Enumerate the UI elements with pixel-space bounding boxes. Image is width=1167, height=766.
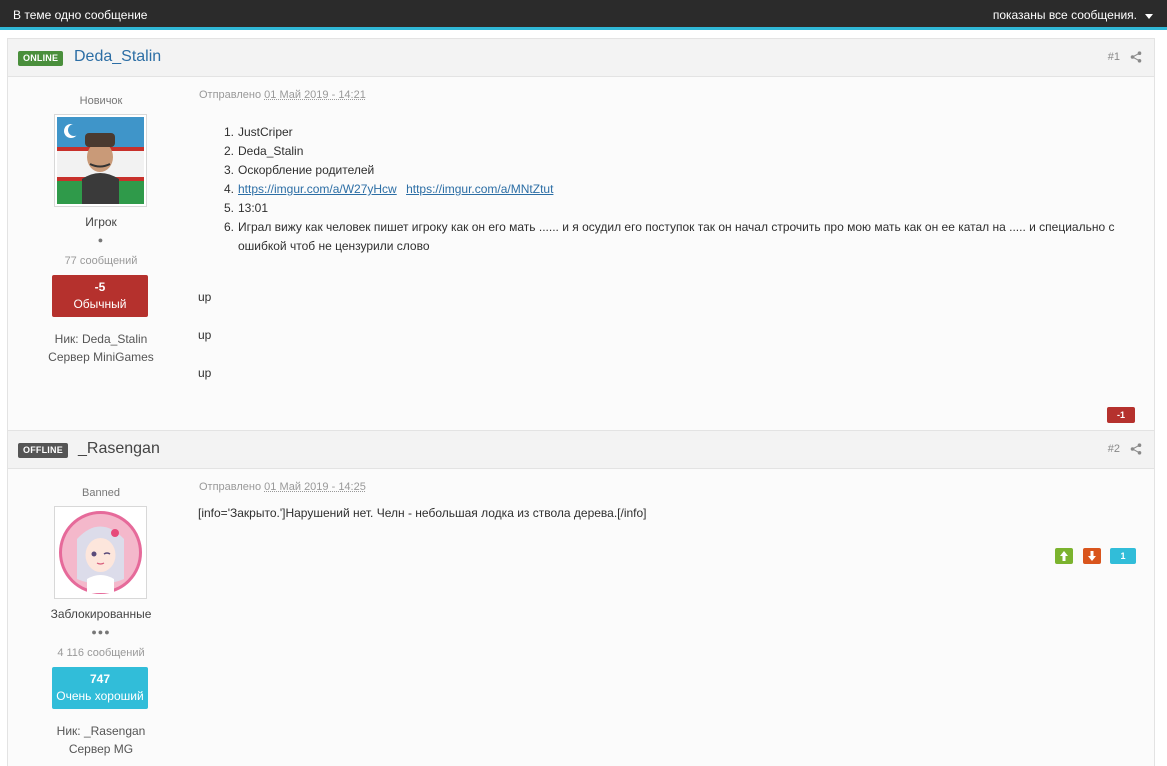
topic-post-count-text: В теме одно сообщение	[13, 8, 147, 22]
member-group: Игрок	[8, 215, 194, 229]
server-value: MiniGames	[93, 350, 154, 364]
post-header: OFFLINE _Rasengan #2	[8, 431, 1154, 469]
member-rank: Banned	[8, 487, 194, 499]
nick-info: Ник: _Rasengan	[8, 724, 194, 738]
author-name-link[interactable]: Deda_Stalin	[74, 48, 161, 66]
post-rating-count[interactable]: -1	[1107, 407, 1135, 423]
post-count: 77 сообщений	[8, 255, 194, 267]
post-date[interactable]: 01 Май 2019 - 14:21	[264, 89, 366, 101]
evidence-link-2[interactable]: https://imgur.com/a/MNtZtut	[406, 182, 553, 196]
avatar[interactable]	[54, 506, 147, 599]
post-2: OFFLINE _Rasengan #2 Banned Заблокирован…	[7, 430, 1155, 766]
avatar-image	[57, 509, 144, 596]
list-item: 2. Deda_Stalin	[238, 142, 1143, 161]
post-filter-label: показаны все сообщения.	[993, 8, 1137, 22]
vote-down-button[interactable]	[1083, 548, 1101, 564]
nick-value: _Rasengan	[84, 724, 145, 738]
list-item: 1. JustCriper	[238, 123, 1143, 142]
post-filter-dropdown[interactable]: показаны все сообщения.	[993, 8, 1153, 22]
post-rating-count[interactable]: 1	[1110, 548, 1136, 564]
list-item: 5. 13:01	[238, 199, 1143, 218]
list-item: 6. Играл вижу как человек пишет игроку ка…	[238, 218, 1143, 256]
share-icon[interactable]	[1130, 51, 1142, 63]
member-rank: Новичок	[8, 95, 194, 107]
status-badge: OFFLINE	[18, 443, 68, 458]
post-meta: Отправлено 01 Май 2019 - 14:21	[199, 89, 366, 101]
status-badge: ONLINE	[18, 51, 63, 66]
evidence-link-1[interactable]: https://imgur.com/a/W27yHcw	[238, 182, 397, 196]
server-info: Сервер MG	[8, 742, 194, 756]
nick-label: Ник:	[57, 724, 81, 738]
sent-label: Отправлено	[199, 481, 261, 493]
reputation-label: Обычный	[52, 297, 148, 311]
post-date[interactable]: 01 Май 2019 - 14:25	[264, 481, 366, 493]
arrow-down-icon	[1083, 548, 1101, 564]
reputation-value: 747	[52, 672, 148, 686]
reputation-label: Очень хороший	[52, 689, 148, 703]
server-label: Сервер	[48, 350, 90, 364]
nick-info: Ник: Deda_Stalin	[8, 332, 194, 346]
list-item: 4. https://imgur.com/a/W27yHcw https://i…	[238, 180, 1143, 199]
post-meta: Отправлено 01 Май 2019 - 14:25	[199, 481, 366, 493]
list-item: 3. Оскорбление родителей	[238, 161, 1143, 180]
reputation-value: -5	[52, 280, 148, 294]
reputation-badge: -5 Обычный	[52, 275, 148, 317]
server-label: Сервер	[69, 742, 111, 756]
post-number-link[interactable]: #2	[1108, 443, 1120, 455]
rank-pips: ●●●	[8, 627, 194, 637]
bump-text: up	[198, 328, 211, 342]
post-header: ONLINE Deda_Stalin #1	[8, 39, 1154, 77]
vote-up-button[interactable]	[1055, 548, 1073, 564]
post-count: 4 116 сообщений	[8, 647, 194, 659]
post-number-link[interactable]: #1	[1108, 51, 1120, 63]
post-list: 1. JustCriper 2. Deda_Stalin 3. Оскорбление…	[238, 123, 1143, 256]
member-group: Заблокированные	[8, 607, 194, 621]
server-value: MG	[114, 742, 133, 756]
server-info: Сервер MiniGames	[8, 350, 194, 364]
share-icon[interactable]	[1130, 443, 1142, 455]
caret-down-icon	[1145, 14, 1153, 19]
post-body: [info='Закрыто.']Нарушений нет. Челн - н…	[198, 506, 647, 520]
avatar[interactable]	[54, 114, 147, 207]
bump-text: up	[198, 366, 211, 380]
author-name-link[interactable]: _Rasengan	[78, 440, 160, 458]
post-1: ONLINE Deda_Stalin #1 Новичок Игрок ● 77…	[7, 38, 1155, 431]
avatar-image	[57, 117, 144, 204]
bump-text: up	[198, 290, 211, 304]
nick-label: Ник:	[55, 332, 79, 346]
topic-bar: В теме одно сообщение показаны все сообщ…	[0, 0, 1167, 30]
reputation-badge: 747 Очень хороший	[52, 667, 148, 709]
sent-label: Отправлено	[199, 89, 261, 101]
rank-pips: ●	[8, 235, 194, 245]
arrow-up-icon	[1055, 548, 1073, 564]
nick-value: Deda_Stalin	[82, 332, 147, 346]
